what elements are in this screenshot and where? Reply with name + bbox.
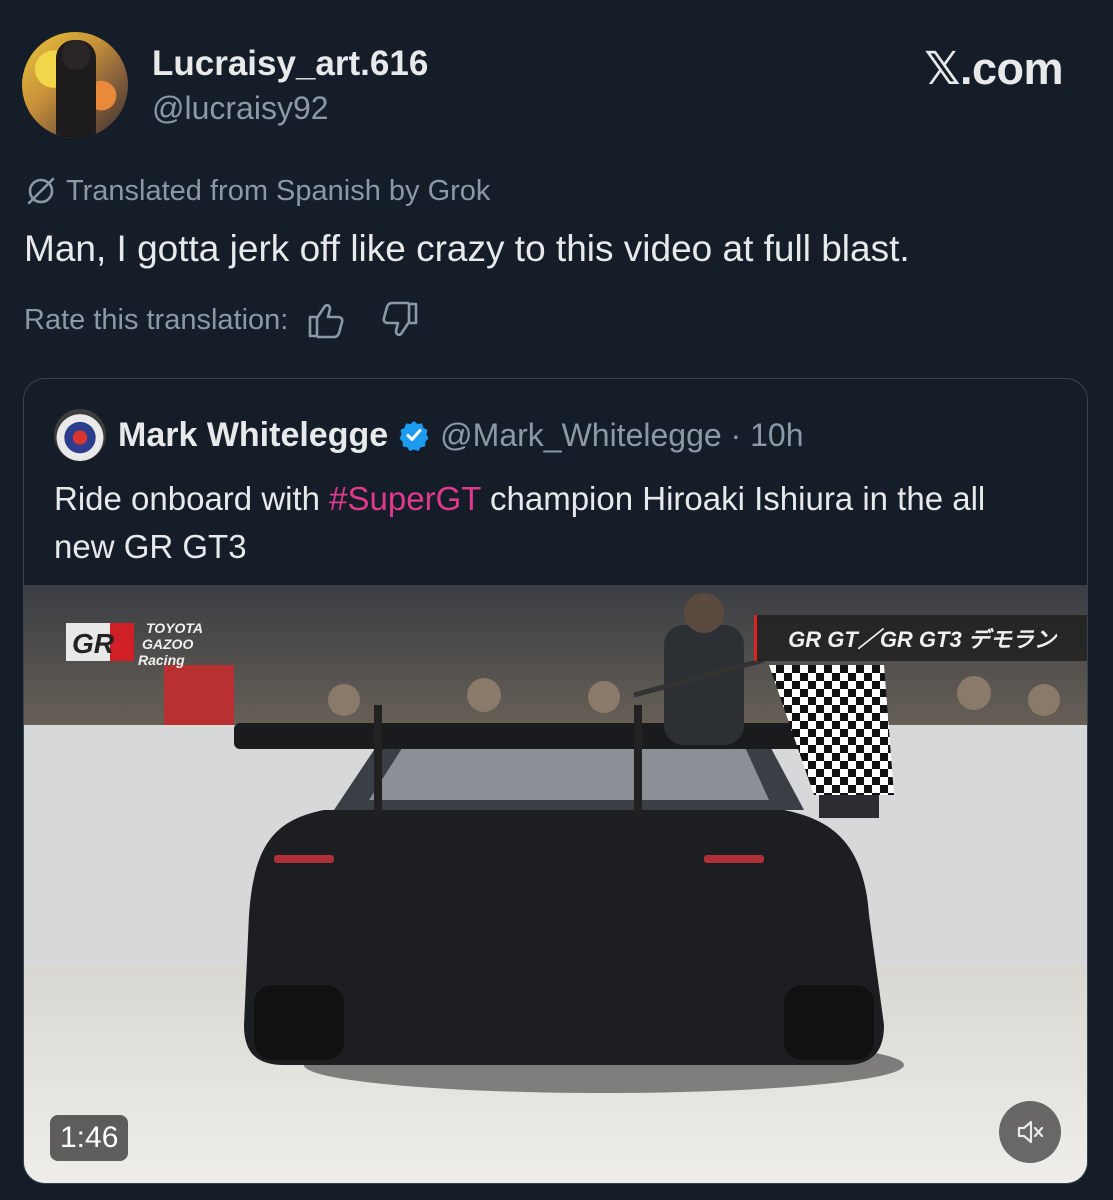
- quoted-handle[interactable]: @Mark_Whitelegge: [440, 417, 721, 454]
- toyota-gazoo-racing-logo: GR TOYOTA GAZOO Racing: [66, 615, 256, 675]
- quoted-header: Mark Whitelegge @Mark_Whitelegge · 10h: [54, 409, 803, 461]
- quoted-dot-separator: ·: [721, 416, 751, 453]
- x-logo: 𝕏.com: [924, 42, 1063, 95]
- quoted-time[interactable]: 10h: [750, 417, 803, 454]
- video-player[interactable]: GR TOYOTA GAZOO Racing GR GT／GR GT3 デモラン…: [24, 585, 1087, 1183]
- quoted-tweet[interactable]: Mark Whitelegge @Mark_Whitelegge · 10h R…: [23, 378, 1088, 1184]
- logo-line-3: Racing: [138, 652, 185, 668]
- speaker-muted-icon: [1017, 1120, 1044, 1144]
- hashtag-link[interactable]: #SuperGT: [329, 480, 481, 517]
- quoted-avatar[interactable]: [54, 409, 106, 461]
- rate-label: Rate this translation:: [24, 303, 289, 336]
- verified-badge-icon: [399, 421, 429, 451]
- author-handle[interactable]: @lucraisy92: [152, 90, 329, 127]
- video-duration: 1:46: [50, 1115, 129, 1161]
- translation-notice-text: Translated from Spanish by Grok: [66, 174, 491, 207]
- x-mark-icon: 𝕏: [924, 42, 960, 95]
- quoted-text-before: Ride onboard with: [54, 480, 330, 517]
- author-avatar[interactable]: [22, 32, 128, 138]
- grok-icon: [27, 177, 55, 205]
- tweet-text: Man, I gotta jerk off like crazy to this…: [24, 228, 910, 269]
- thumbs-down-icon[interactable]: [380, 300, 420, 340]
- translation-notice: Translated from Spanish by Grok: [24, 174, 490, 208]
- logo-line-1: TOYOTA: [146, 620, 203, 636]
- quoted-text: Ride onboard with #SuperGT champion Hiro…: [54, 475, 1054, 571]
- quoted-name[interactable]: Mark Whitelegge: [118, 416, 388, 455]
- author-name[interactable]: Lucraisy_art.616: [152, 44, 428, 84]
- demo-run-banner: GR GT／GR GT3 デモラン: [754, 615, 1087, 661]
- x-logo-text: .com: [959, 43, 1064, 94]
- thumbs-up-icon[interactable]: [306, 300, 346, 340]
- gr-letters: GR: [72, 628, 115, 659]
- rate-translation: Rate this translation:: [24, 300, 420, 340]
- logo-line-2: GAZOO: [142, 636, 193, 652]
- mute-button[interactable]: [999, 1101, 1061, 1163]
